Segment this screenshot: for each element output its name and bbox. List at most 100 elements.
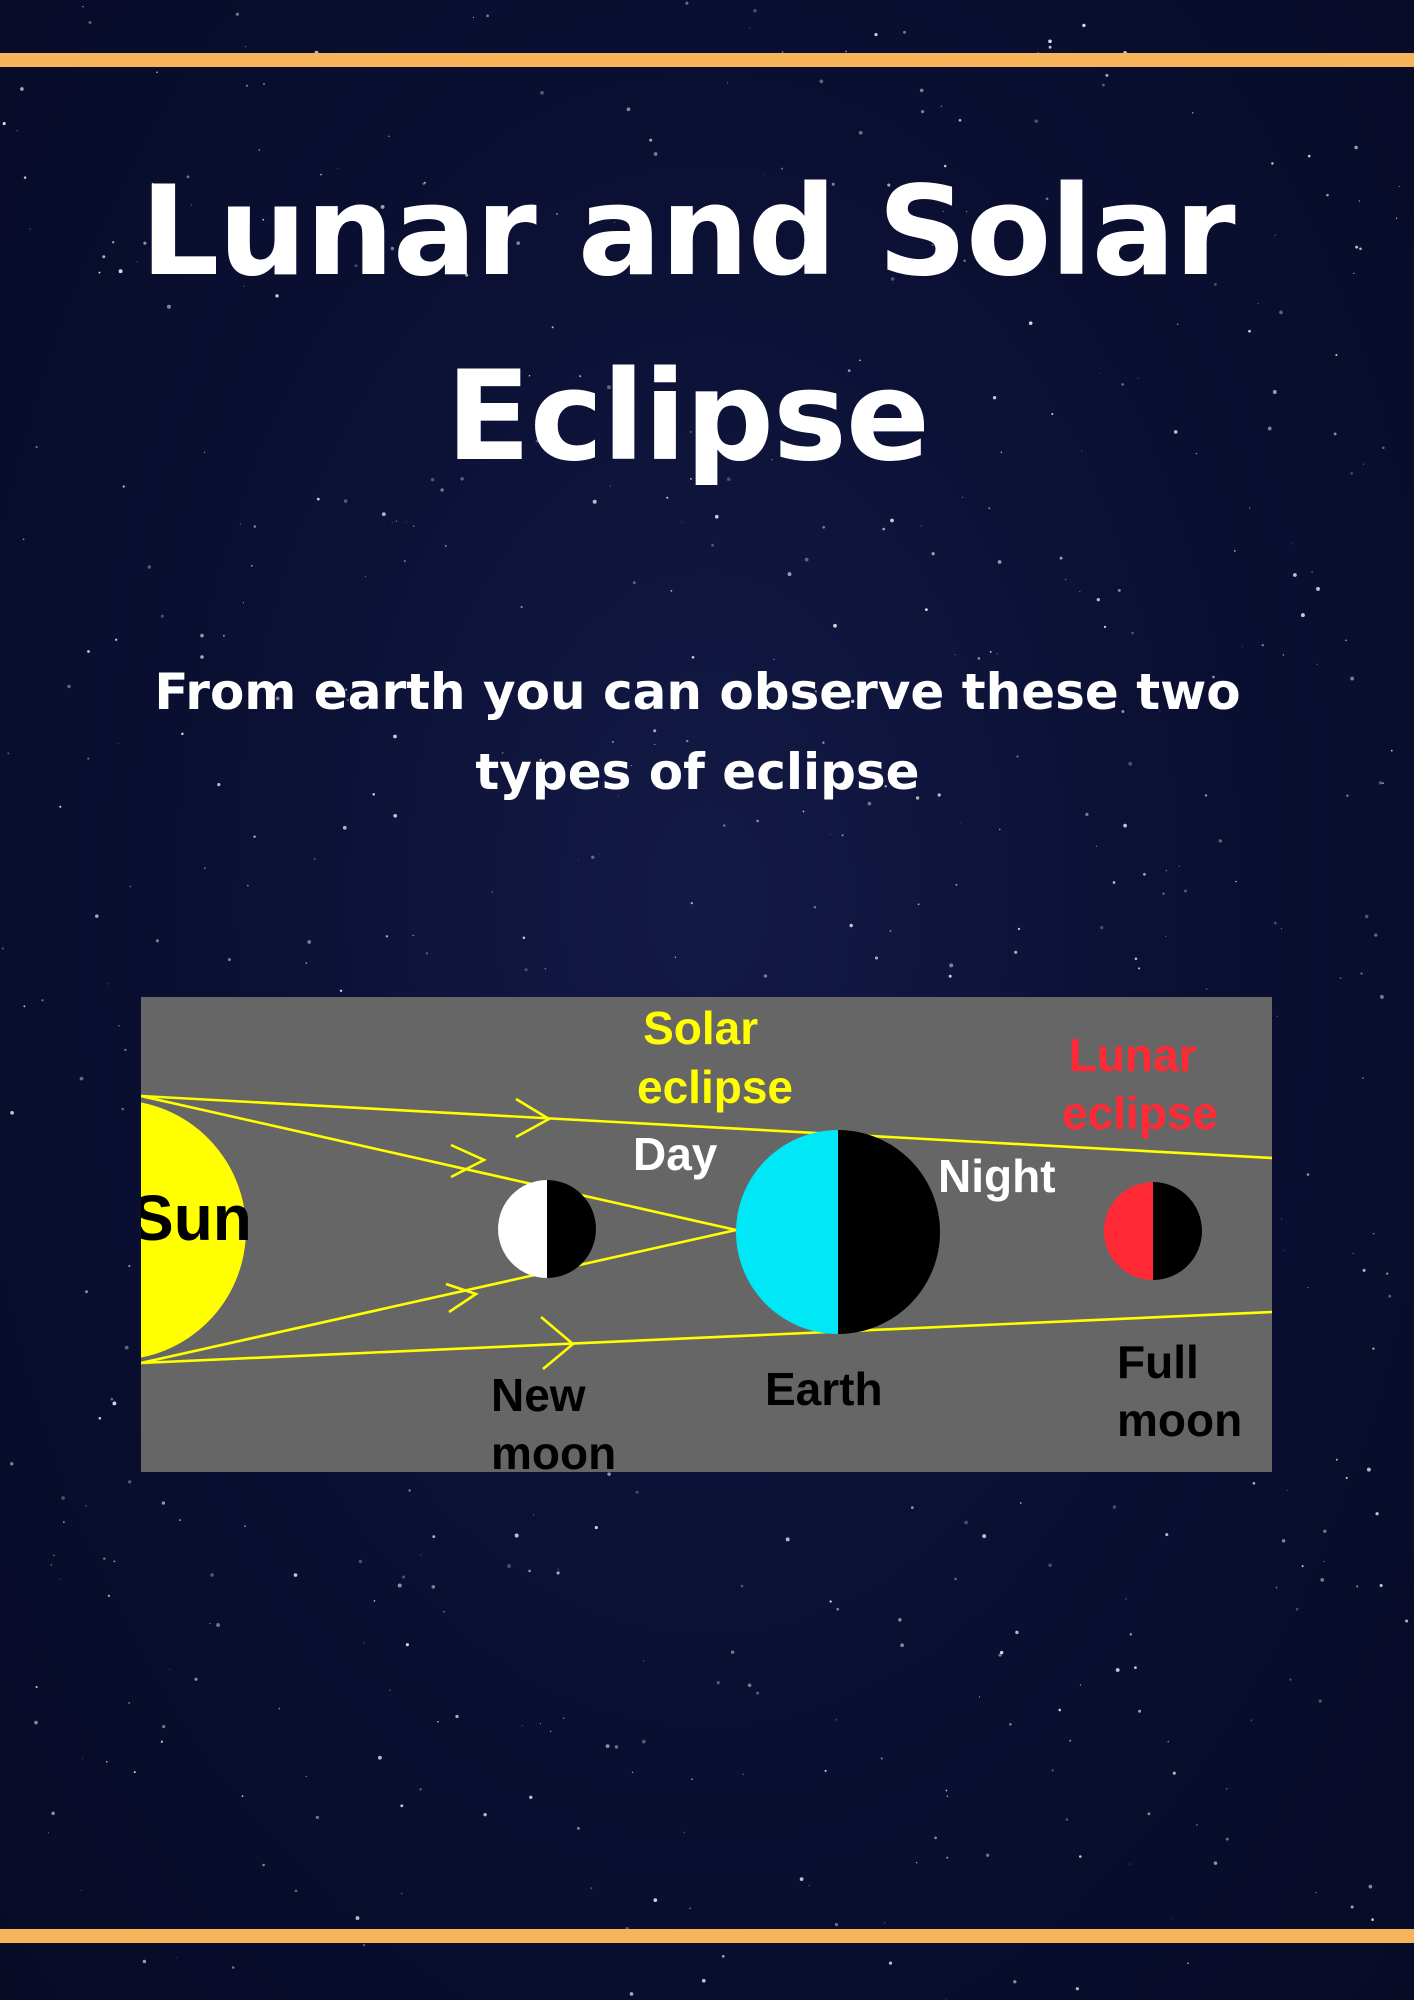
star-dot [946,1795,949,1798]
star-dot [250,564,253,567]
star-dot [834,1923,839,1927]
star-dot [607,1472,611,1476]
star-dot [955,883,958,886]
star-dot [964,1520,968,1525]
star-dot [829,1600,832,1603]
star-dot [1372,1347,1375,1350]
star-dot [103,1557,106,1560]
star-dot [59,1578,61,1580]
star-dot [889,929,892,932]
star-dot [740,1584,744,1588]
star-dot [924,608,928,612]
star-dot [1350,1905,1354,1909]
star-dot [1315,1891,1317,1894]
star-dot [82,1758,84,1760]
star-dot [576,1826,580,1830]
star-dot [10,1110,14,1115]
star-dot [626,107,631,112]
star-dot [128,1264,131,1268]
star-dot [403,560,406,563]
star-dot [590,1887,593,1890]
star-dot [1138,967,1141,970]
star-dot [420,1554,422,1556]
star-dot [342,825,347,830]
star-dot [691,1778,693,1780]
star-dot [1289,1678,1292,1681]
star-dot [227,958,231,962]
star-dot [1379,994,1384,999]
star-dot [253,835,256,838]
star-dot [749,27,751,29]
star-dot [1129,1633,1132,1636]
star-dot [175,1957,177,1959]
star-dot [235,12,239,16]
star-dot [986,1853,990,1857]
star-dot [1333,432,1337,436]
star-dot [1374,933,1378,937]
star-dot [1218,839,1223,843]
star-dot [1293,573,1297,577]
star-dot [1362,1268,1366,1272]
top-accent-rule [0,53,1414,67]
star-dot [903,30,906,34]
star-dot [726,82,728,84]
star-dot [1273,921,1277,925]
star-dot [819,79,824,84]
star-dot [1,947,4,950]
star-dot [1165,1533,1169,1537]
star-dot [245,46,246,47]
star-dot [978,1696,981,1698]
star-dot [1059,556,1063,560]
star-dot [389,1689,391,1691]
star-dot [1364,914,1369,919]
star-dot [689,1907,691,1910]
star-dot [85,1505,87,1507]
star-dot [1134,957,1138,960]
star-dot [1279,310,1283,315]
star-dot [216,1623,221,1627]
star-dot [1390,749,1393,752]
star-dot [23,176,27,179]
star-dot [997,560,1002,564]
star-dot [756,1691,760,1695]
star-dot [824,1769,827,1772]
star-dot [1345,639,1347,642]
star-dot [799,1877,804,1881]
star-dot [419,1788,422,1791]
star-dot [714,514,719,519]
star-dot [829,833,831,835]
star-dot [129,885,132,888]
star-dot [1178,865,1181,867]
star-dot [1172,1771,1176,1775]
star-dot [1013,1980,1017,1984]
star-dot [1058,1708,1061,1712]
star-dot [1335,1458,1338,1461]
star-dot [160,1740,164,1743]
star-dot [239,523,241,525]
star-dot [1318,1699,1322,1703]
star-dot [362,1943,366,1947]
star-dot [833,623,837,628]
star-dot [1082,23,1086,28]
star-dot [425,951,429,955]
star-dot [1352,1252,1354,1254]
star-dot [1252,1482,1256,1485]
star-dot [1378,781,1383,785]
star-dot [1184,889,1187,893]
star-dot [161,1501,166,1505]
star-dot [293,1573,298,1577]
star-dot [514,1533,519,1538]
star-dot [405,521,407,523]
star-dot [1112,1505,1117,1509]
star-dot [1226,1788,1228,1790]
star-dot [1213,1861,1218,1865]
star-dot [278,1707,281,1710]
star-dot [47,1832,49,1834]
star-dot [1323,1529,1327,1533]
star-dot [373,1600,376,1602]
star-dot [959,822,961,824]
star-dot [400,1804,404,1808]
star-dot [16,130,18,132]
star-dot [631,1771,634,1773]
star-dot [1360,972,1363,975]
